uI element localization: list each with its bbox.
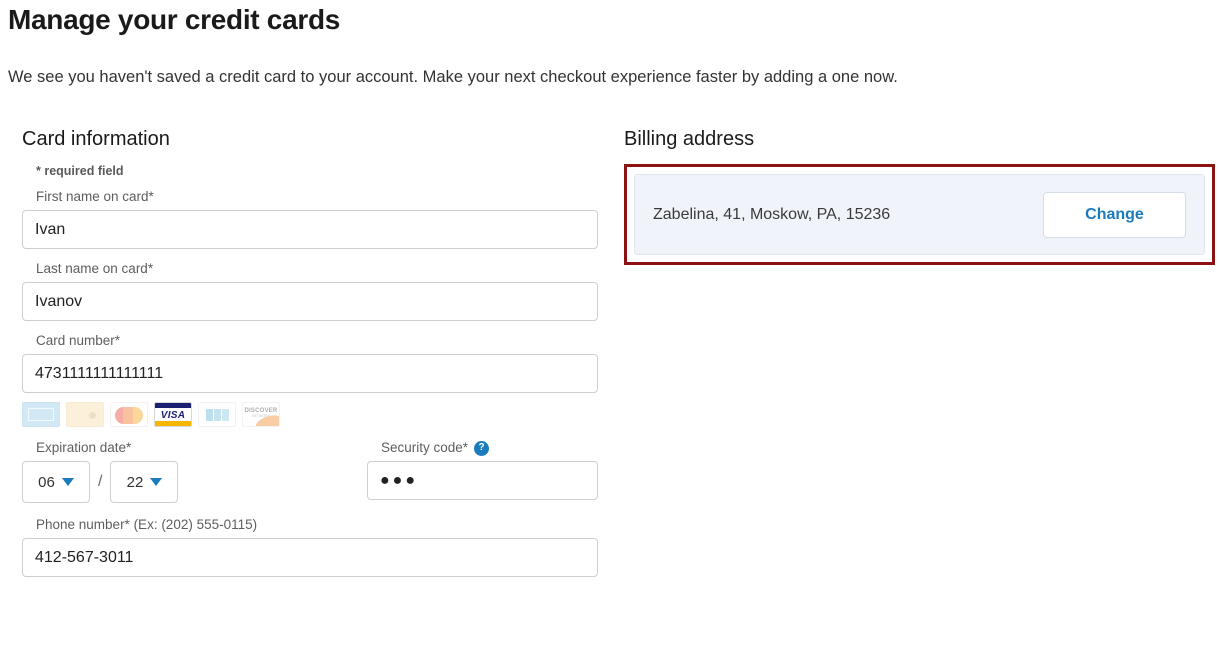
amex-card-icon [22,402,60,427]
accepted-card-brands: VISA DISCOVER NETWORK [22,402,598,427]
expiration-date-field-group: Expiration date* 06 / 22 [22,439,345,503]
page-subtitle: We see you haven't saved a credit card t… [8,67,898,86]
card-number-label: Card number* [36,333,121,348]
card-information-heading: Card information [22,128,170,150]
expiration-year-value: 22 [126,473,144,491]
card-information-section: Card information * required field First … [22,126,598,588]
billing-address-section: Billing address Zabelina, 41, Moskow, PA… [624,126,1215,265]
mastercard-card-icon [110,402,148,427]
discover-card-icon: DISCOVER NETWORK [242,402,280,427]
first-name-label: First name on card* [36,189,154,204]
expiration-select-row: 06 / 22 [22,461,345,503]
visa-card-icon: VISA [154,402,192,427]
chevron-down-icon [150,478,163,486]
visa-top-band [155,403,191,408]
jcb-card-icon [198,402,236,427]
billing-address-value: Zabelina, 41, Moskow, PA, 15236 [653,205,891,223]
first-name-field-group: First name on card* [22,188,598,249]
card-number-field-group: Card number* [22,332,598,393]
page-title: Manage your credit cards [8,4,341,35]
billing-address-heading: Billing address [624,128,755,150]
jcb-bar-2 [214,409,221,421]
phone-number-input[interactable] [22,538,598,577]
expiration-separator: / [98,473,103,490]
phone-number-label: Phone number* (Ex: (202) 555-0115) [36,517,258,532]
last-name-input[interactable] [22,282,598,321]
security-code-field-group: Security code* ? [367,439,598,500]
jcb-bar-1 [206,409,213,421]
security-code-input[interactable] [367,461,598,500]
expiration-month-select[interactable]: 06 [22,461,90,503]
billing-address-highlight-box: Zabelina, 41, Moskow, PA, 15236 Change [624,164,1215,265]
security-code-label-row: Security code* ? [367,439,598,461]
change-address-button[interactable]: Change [1043,191,1186,238]
visa-bottom-band [155,421,191,426]
security-code-label: Security code* [381,440,469,455]
required-field-note: * required field [36,164,124,178]
card-number-input[interactable] [22,354,598,393]
billing-address-card: Zabelina, 41, Moskow, PA, 15236 Change [634,174,1205,255]
last-name-label: Last name on card* [36,261,154,276]
chevron-down-icon [61,478,74,486]
expiration-date-label: Expiration date* [36,440,132,455]
first-name-input[interactable] [22,210,598,249]
diners-card-icon [66,402,104,427]
jcb-bar-3 [222,409,229,421]
phone-number-field-group: Phone number* (Ex: (202) 555-0115) [22,516,598,577]
last-name-field-group: Last name on card* [22,260,598,321]
mastercard-overlap [123,407,133,424]
expiration-year-select[interactable]: 22 [110,461,179,503]
expiration-month-value: 06 [38,473,55,491]
expiry-security-row: Expiration date* 06 / 22 Security code* … [22,439,598,503]
question-mark-icon[interactable]: ? [474,440,490,456]
